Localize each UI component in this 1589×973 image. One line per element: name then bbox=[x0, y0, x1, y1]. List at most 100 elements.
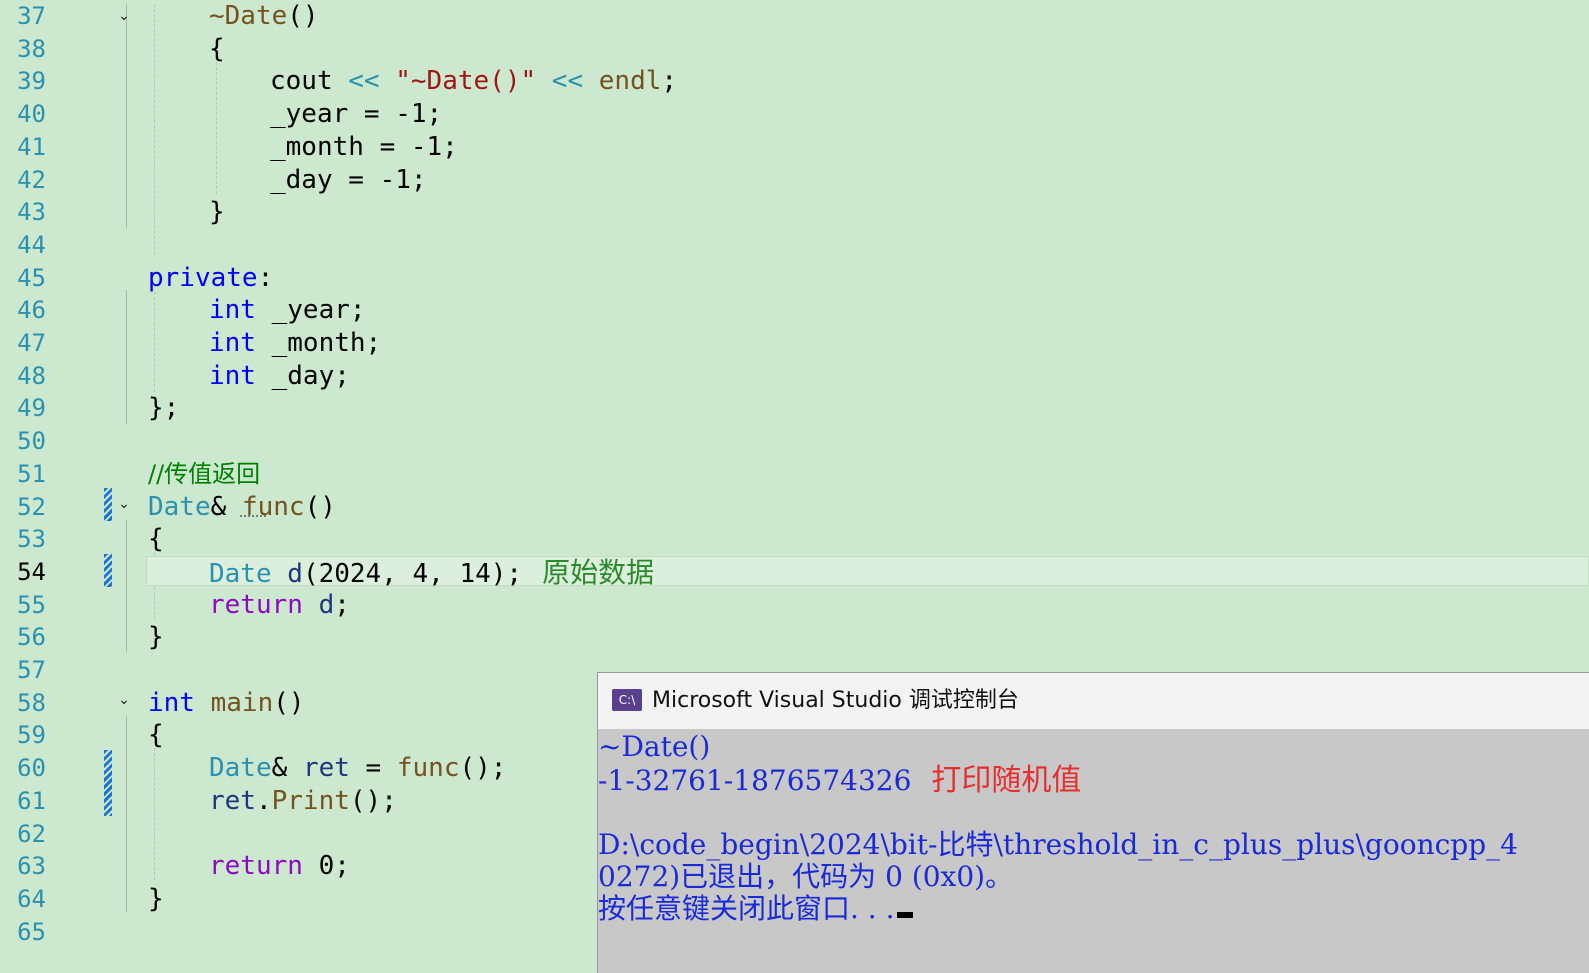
line-number: 56 bbox=[17, 623, 46, 652]
console-titlebar[interactable]: C:\ Microsoft Visual Studio 调试控制台 bbox=[598, 673, 1589, 729]
code-token: 0; bbox=[302, 851, 350, 882]
code-token: } bbox=[148, 622, 164, 653]
line-code: int main() bbox=[148, 687, 305, 720]
code-line[interactable]: 39 cout << "~Date()" << endl; bbox=[0, 65, 1589, 98]
line-code: return d; bbox=[209, 589, 350, 622]
line-code: Date& func() bbox=[148, 491, 336, 524]
code-token: ret bbox=[302, 753, 350, 784]
line-code: int _month; bbox=[209, 327, 381, 360]
code-line[interactable]: 56} bbox=[0, 621, 1589, 654]
line-number: 55 bbox=[17, 590, 46, 619]
code-token: _day; bbox=[255, 360, 350, 391]
console-output-line: -1-32761-1876574326 打印随机值 bbox=[598, 765, 1081, 797]
line-code: Date d(2024, 4, 14); 原始数据 bbox=[209, 556, 654, 591]
line-number: 37 bbox=[17, 2, 46, 30]
code-line[interactable]: 45 private: bbox=[0, 262, 1589, 295]
code-line[interactable]: 44 bbox=[0, 229, 1589, 262]
line-code: int _day; bbox=[209, 360, 350, 393]
code-token: Date bbox=[209, 753, 272, 784]
code-token: d bbox=[287, 558, 303, 589]
line-code: private: bbox=[148, 262, 273, 295]
code-token: << bbox=[348, 66, 380, 97]
line-number: 63 bbox=[17, 852, 46, 881]
line-number: 51 bbox=[17, 459, 46, 488]
line-number: 62 bbox=[17, 819, 46, 848]
code-token: func bbox=[241, 491, 305, 522]
code-line[interactable]: 40 _year = -1; bbox=[0, 98, 1589, 131]
line-number: 54 bbox=[17, 557, 46, 586]
console-text: ~Date() bbox=[598, 730, 711, 763]
code-token: = bbox=[349, 753, 397, 784]
code-token: int bbox=[148, 687, 195, 718]
code-token: d bbox=[318, 589, 335, 620]
code-token: << bbox=[551, 66, 584, 97]
code-token: return bbox=[209, 851, 303, 882]
line-number: 38 bbox=[17, 34, 46, 63]
code-token: _day = -1; bbox=[270, 164, 427, 195]
code-token: _month = -1; bbox=[270, 131, 458, 162]
code-line[interactable]: 53 { bbox=[0, 523, 1589, 556]
line-code: int _year; bbox=[209, 294, 366, 327]
console-title: Microsoft Visual Studio 调试控制台 bbox=[652, 688, 1019, 713]
code-line[interactable]: 38 { bbox=[0, 33, 1589, 66]
line-code: _month = -1; bbox=[270, 131, 458, 164]
code-line[interactable]: 47 int _month; bbox=[0, 327, 1589, 360]
code-token: func bbox=[396, 753, 460, 784]
line-number: 61 bbox=[17, 786, 46, 815]
line-number: 52 bbox=[17, 492, 46, 521]
code-token: ~Date bbox=[209, 1, 288, 31]
line-code: } bbox=[148, 883, 164, 916]
line-number: 60 bbox=[17, 754, 46, 783]
code-token: } bbox=[148, 883, 164, 914]
line-number: 42 bbox=[17, 165, 46, 194]
code-token: & bbox=[271, 753, 303, 784]
code-token: }; bbox=[148, 393, 180, 424]
code-token: _year; bbox=[255, 295, 366, 326]
line-number: 39 bbox=[17, 67, 46, 96]
code-line[interactable]: 42 _day = -1; bbox=[0, 164, 1589, 197]
code-line[interactable]: 55 return d; bbox=[0, 589, 1589, 622]
code-line[interactable]: 52 Date& func() bbox=[0, 491, 1589, 524]
code-line[interactable]: 37 ~Date() bbox=[0, 0, 1589, 33]
console-text: D:\code_begin\2024\bit-比特\threshold_in_c… bbox=[598, 828, 1518, 861]
code-token: main bbox=[210, 687, 274, 718]
code-token: Date bbox=[148, 491, 211, 522]
line-number: 46 bbox=[17, 296, 46, 325]
code-line[interactable]: 43} bbox=[0, 196, 1589, 229]
code-token: (); bbox=[459, 753, 507, 784]
line-code: //传值返回 bbox=[148, 458, 260, 491]
code-token: } bbox=[209, 197, 225, 228]
code-line[interactable]: 50 bbox=[0, 425, 1589, 458]
line-code: { bbox=[209, 33, 225, 66]
code-line[interactable]: 48 int _day; bbox=[0, 360, 1589, 393]
line-number: 59 bbox=[17, 721, 46, 750]
code-token: ret bbox=[209, 785, 256, 816]
code-line[interactable]: 41 _month = -1; bbox=[0, 131, 1589, 164]
code-token: Date bbox=[209, 558, 272, 589]
annotation-original-data: 原始数据 bbox=[542, 555, 655, 589]
code-token: private bbox=[148, 262, 258, 293]
line-number: 58 bbox=[17, 688, 46, 717]
debug-console-window[interactable]: C:\ Microsoft Visual Studio 调试控制台 ~Date(… bbox=[597, 672, 1589, 973]
code-line[interactable]: 54 Date d(2024, 4, 14); 原始数据 bbox=[0, 555, 1589, 591]
console-output-line: 0272)已退出，代码为 0 (0x0)。 bbox=[598, 861, 1013, 893]
line-code: cout << "~Date()" << endl; bbox=[270, 65, 677, 98]
code-token: Print bbox=[271, 785, 350, 816]
code-token: : bbox=[257, 262, 274, 293]
code-line[interactable]: 49}; bbox=[0, 392, 1589, 425]
code-token: & bbox=[210, 491, 242, 522]
code-token: //传值返回 bbox=[148, 459, 261, 488]
line-number: 44 bbox=[17, 230, 46, 259]
code-token: () bbox=[287, 1, 319, 31]
console-text: 按任意键关闭此窗口. . . bbox=[598, 892, 895, 925]
code-token: ; bbox=[334, 589, 350, 620]
console-text: 0272)已退出，代码为 0 (0x0)。 bbox=[598, 860, 1014, 893]
code-token: ; bbox=[661, 66, 678, 97]
code-token: { bbox=[148, 524, 164, 555]
code-line[interactable]: 51 //传值返回 bbox=[0, 458, 1589, 491]
code-line[interactable]: 46 int _year; bbox=[0, 294, 1589, 327]
